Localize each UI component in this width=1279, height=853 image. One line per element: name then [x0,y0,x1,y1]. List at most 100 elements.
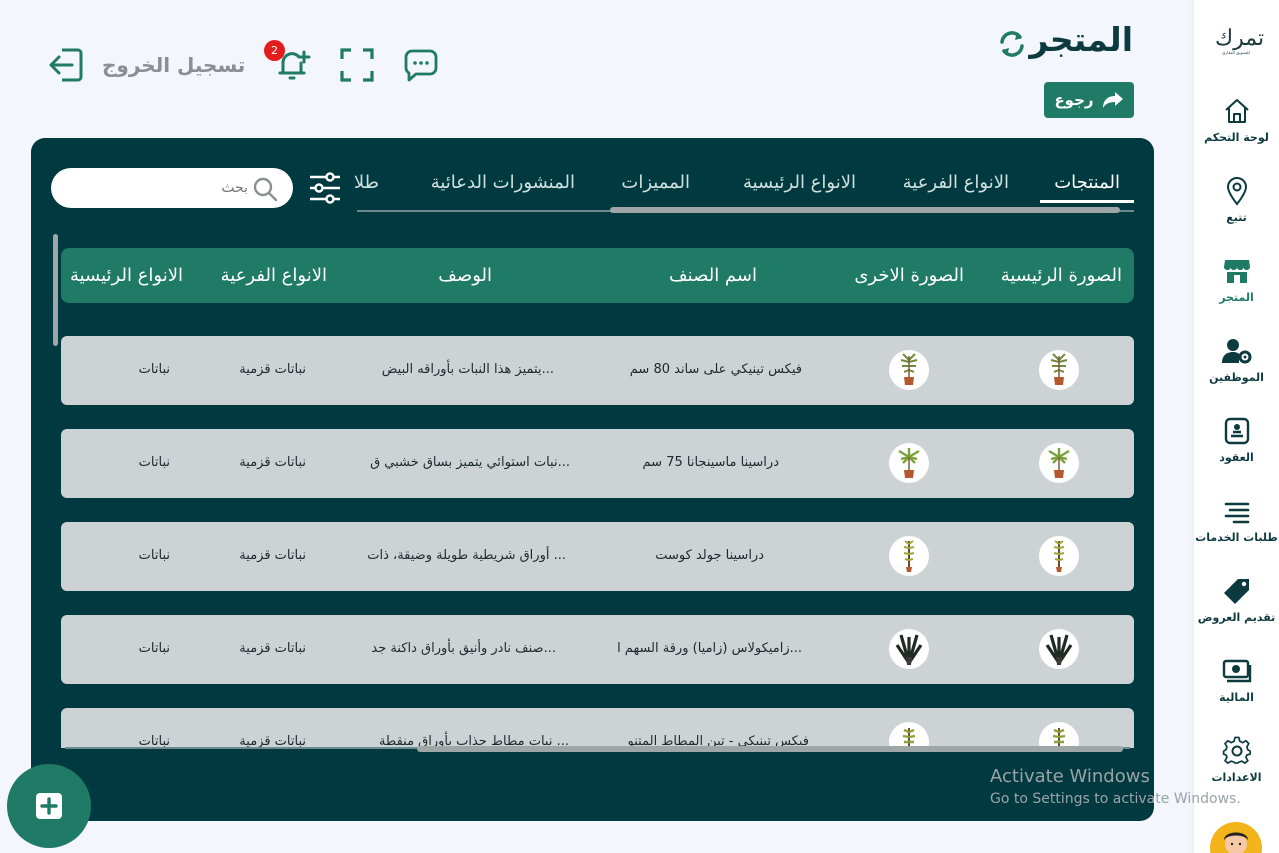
item-subtype: نباتات قزمية [239,455,306,470]
other-image[interactable] [889,629,929,669]
logout-button[interactable]: تسجيل الخروج [48,48,245,82]
plant-thumbnail-icon [1045,634,1073,665]
products-table: الصورة الرئيسية الصورة الاخرى اسم الصنف … [61,248,1134,748]
search-button[interactable] [252,176,278,206]
tab-subtypes[interactable]: الانواع الفرعية [903,172,1009,193]
table-row[interactable]: دراسينا ماسينجانا 75 سم نبات استوائي يتم… [61,429,1134,498]
tab-products[interactable]: المنتجات [1054,172,1120,193]
home-icon [1224,99,1249,123]
tab-features[interactable]: المميزات [621,172,690,193]
table-vertical-scrollbar[interactable] [53,234,58,346]
service-requests-icon [1224,502,1249,524]
watermark-subtitle: Go to Settings to activate Windows. [990,791,1241,807]
column-header: الوصف [438,265,492,286]
tab-main-types[interactable]: الانواع الرئيسية [743,172,856,193]
filter-button[interactable] [308,171,342,209]
table-row[interactable]: فيكس تينيكي - تين المطاط المتنو نبات مطا… [61,708,1134,748]
back-button-label: رجوع [1054,91,1094,109]
plant-thumbnail-icon [1053,540,1065,572]
sidebar-item-contracts[interactable]: العقود [1194,416,1279,464]
sidebar-item-label: لوحة التحكم [1204,131,1269,144]
sidebar-item-label: تقديم العروض [1197,611,1276,624]
item-maintype: نباتات [138,548,170,563]
sidebar-item-label: العقود [1219,451,1254,464]
search-box [51,168,293,208]
avatar-icon [1224,832,1248,853]
column-header: اسم الصنف [669,265,757,286]
table-header: الصورة الرئيسية الصورة الاخرى اسم الصنف … [61,248,1134,303]
sidebar-item-service-requests[interactable]: طلبات الخدمات [1194,496,1279,544]
column-header: الانواع الرئيسية [69,265,183,286]
plant-thumbnail-icon [1050,353,1068,385]
tab-bar: المنتجات الانواع الفرعية الانواع الرئيسي… [354,172,1134,216]
plant-thumbnail-icon [902,728,916,748]
sidebar-item-offers[interactable]: تقديم العروض [1194,576,1279,624]
active-tab-indicator [1040,200,1134,203]
main-image[interactable] [1039,629,1079,669]
item-maintype: نباتات [138,641,170,656]
item-description: أوراق شريطية طويلة وضيقة، ذات ... [367,548,566,563]
main-image[interactable] [1039,722,1079,748]
other-image[interactable] [889,350,929,390]
search-input[interactable] [98,177,248,199]
sidebar: تمرك للتسويق العقاري لوحة التحكم تتبع ال… [1194,0,1279,853]
settings-icon [1222,736,1251,764]
logout-icon [49,48,83,82]
money-icon [1222,659,1251,683]
item-name: فيكس تينيكي على ساند 80 سم [629,362,802,377]
sidebar-item-finance[interactable]: المالية [1194,656,1279,704]
main-image[interactable] [1039,536,1079,576]
main-image[interactable] [1039,350,1079,390]
column-header: الصورة الرئيسية [1000,265,1122,286]
back-button[interactable]: رجوع [1044,82,1134,118]
sidebar-item-label: المالية [1219,691,1254,704]
plant-thumbnail-icon [898,448,920,478]
plus-icon [36,793,62,819]
main-image[interactable] [1039,443,1079,483]
fullscreen-icon [340,48,374,82]
refresh-button[interactable] [997,29,1027,63]
item-subtype: نباتات قزمية [239,548,306,563]
logo-mark: تمرك [1215,26,1265,51]
tab-scrollbar[interactable] [610,207,1120,213]
item-name: دراسينا جولد كوست [655,548,764,563]
tab-orders[interactable]: طلا [354,172,379,193]
plant-thumbnail-icon [903,540,915,572]
item-description: صنف نادر وأنيق بأوراق داكنة جد... [371,641,556,656]
user-gear-icon [1221,339,1251,364]
sidebar-item-dashboard[interactable]: لوحة التحكم [1194,96,1279,144]
sidebar-item-label: طلبات الخدمات [1195,531,1278,544]
table-row[interactable]: دراسينا جولد كوست أوراق شريطية طويلة وضي… [61,522,1134,591]
other-image[interactable] [889,443,929,483]
item-subtype: نباتات قزمية [239,362,306,377]
chat-button[interactable] [404,49,438,87]
refresh-icon [1000,31,1024,57]
fullscreen-button[interactable] [340,48,374,86]
add-product-button[interactable] [7,764,91,848]
user-avatar[interactable] [1210,822,1262,853]
sidebar-item-store[interactable]: المتجر [1194,256,1279,304]
table-horizontal-scrollbar[interactable] [417,746,1123,752]
logout-label: تسجيل الخروج [102,53,246,77]
location-pin-icon [1226,177,1247,206]
item-name: دراسينا ماسينجانا 75 سم [642,455,779,470]
item-maintype: نباتات [138,734,170,748]
sidebar-item-tracking[interactable]: تتبع [1194,176,1279,224]
table-row[interactable]: فيكس تينيكي على ساند 80 سم يتميز هذا الن… [61,336,1134,405]
other-image[interactable] [889,722,929,748]
plant-thumbnail-icon [900,353,918,385]
item-name: زاميكولاس (زاميا) ورقة السهم ا... [617,641,802,656]
tab-promotional-posts[interactable]: المنشورات الدعائية [431,172,575,193]
other-image[interactable] [889,536,929,576]
table-row[interactable]: زاميكولاس (زاميا) ورقة السهم ا... صنف نا… [61,615,1134,684]
page-title: المتجر [1029,20,1133,59]
column-header: الصورة الاخرى [854,265,964,286]
column-header: الانواع الفرعية [220,265,327,286]
item-subtype: نباتات قزمية [239,641,306,656]
contract-icon [1224,417,1249,445]
sliders-icon [310,172,340,204]
notification-badge: 2 [264,40,285,61]
sidebar-item-employees[interactable]: الموظفين [1194,336,1279,384]
brand-logo[interactable]: تمرك للتسويق العقاري [1215,26,1265,70]
item-description: نبات استوائي يتميز بساق خشبي ق... [370,455,570,470]
